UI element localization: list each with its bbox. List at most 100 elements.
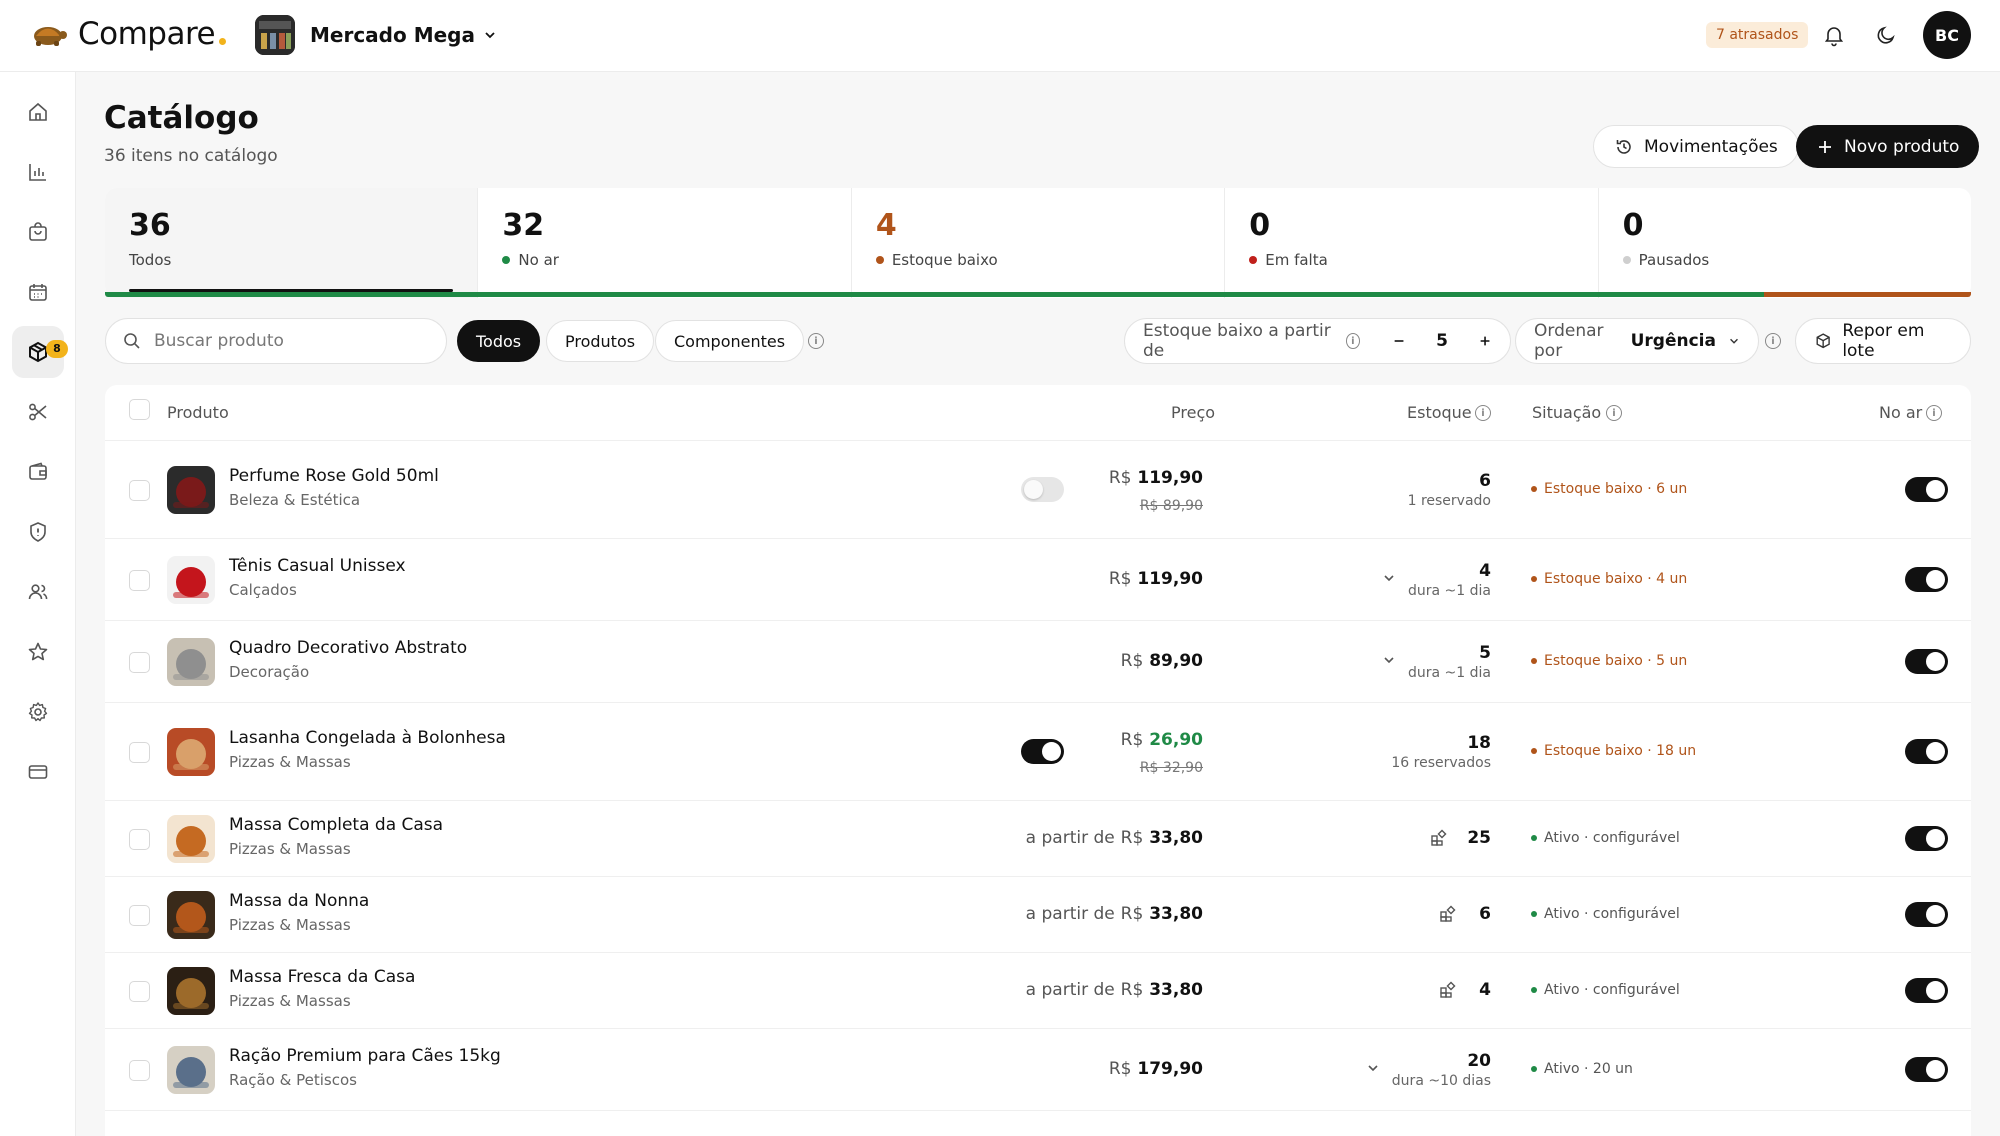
product-name[interactable]: Lasanha Congelada à Bolonhesa xyxy=(229,728,506,748)
new-product-button[interactable]: Novo produto xyxy=(1796,125,1980,168)
sidebar-item-security[interactable] xyxy=(12,506,64,558)
product-name[interactable]: Massa Fresca da Casa xyxy=(229,967,415,987)
live-toggle[interactable] xyxy=(1905,826,1948,851)
table-row[interactable]: Massa Fresca da Casa Pizzas & Massas a pa… xyxy=(105,953,1971,1029)
stat-all[interactable]: 36 Todos xyxy=(105,188,479,298)
chevron-down-icon[interactable] xyxy=(1366,1061,1380,1075)
product-name[interactable]: Perfume Rose Gold 50ml xyxy=(229,466,439,486)
chevron-down-icon[interactable] xyxy=(1382,653,1396,667)
tab-all[interactable]: Todos xyxy=(457,320,541,362)
product-price[interactable]: a partir de R$ 33,80 xyxy=(1026,904,1203,924)
sidebar-item-settings[interactable] xyxy=(12,686,64,738)
sidebar-item-reports[interactable] xyxy=(12,146,64,198)
row-checkbox[interactable] xyxy=(129,480,150,501)
table-row[interactable]: Perfume Rose Gold 50ml Beleza & Estética… xyxy=(105,441,1971,539)
table-row[interactable]: Ração Premium para Cães 15kg Ração & Pet… xyxy=(105,1029,1971,1111)
tab-products[interactable]: Produtos xyxy=(546,320,655,362)
stat-value: 0 xyxy=(1249,208,1271,243)
bulk-restock-button[interactable]: Repor em lote xyxy=(1795,318,1971,364)
product-price[interactable]: R$ 89,90 xyxy=(1121,651,1203,671)
sidebar-item-tools[interactable] xyxy=(12,386,64,438)
product-image-icon xyxy=(167,1046,215,1094)
table-row[interactable]: Massa da Nonna Pizzas & Massas a partir d… xyxy=(105,877,1971,953)
product-name[interactable]: Massa da Nonna xyxy=(229,891,369,911)
minus-icon[interactable] xyxy=(1392,333,1406,349)
theme-toggle-button[interactable] xyxy=(1871,20,1901,50)
price-value: 33,80 xyxy=(1149,828,1203,848)
product-name[interactable]: Quadro Decorativo Abstrato xyxy=(229,638,467,658)
product-price[interactable]: a partir de R$ 33,80 xyxy=(1026,828,1203,848)
live-toggle[interactable] xyxy=(1905,567,1948,592)
row-checkbox[interactable] xyxy=(129,652,150,673)
select-all-checkbox[interactable] xyxy=(129,399,150,420)
product-category: Decoração xyxy=(229,663,310,681)
promo-toggle[interactable] xyxy=(1021,739,1064,764)
row-checkbox[interactable] xyxy=(129,981,150,1002)
row-checkbox[interactable] xyxy=(129,742,150,763)
user-avatar[interactable]: BC xyxy=(1923,11,1971,59)
live-toggle[interactable] xyxy=(1905,978,1948,1003)
info-icon[interactable]: i xyxy=(808,333,824,349)
sidebar-item-wallet[interactable] xyxy=(12,446,64,498)
sidebar-item-orders[interactable] xyxy=(12,206,64,258)
status-dot xyxy=(1531,748,1537,754)
chevron-down-icon[interactable] xyxy=(1382,571,1396,585)
sidebar-item-billing[interactable] xyxy=(12,746,64,798)
promo-toggle[interactable] xyxy=(1021,477,1064,502)
sort-select[interactable]: Ordenar por Urgência xyxy=(1515,318,1759,364)
info-icon[interactable]: i xyxy=(1345,333,1360,349)
row-checkbox[interactable] xyxy=(129,905,150,926)
table-row[interactable]: Tênis Casual Unissex Calçados R$ 119,90 4 d… xyxy=(105,539,1971,621)
threshold-value[interactable]: 5 xyxy=(1436,331,1448,351)
stat-live[interactable]: 32 No ar xyxy=(478,188,852,298)
table-row[interactable]: Massa Completa da Casa Pizzas & Massas a … xyxy=(105,801,1971,877)
live-toggle[interactable] xyxy=(1905,902,1948,927)
plus-icon[interactable] xyxy=(1478,333,1492,349)
notifications-button[interactable] xyxy=(1819,20,1849,50)
search-box[interactable] xyxy=(105,318,447,364)
movements-button[interactable]: Movimentações xyxy=(1593,125,1799,168)
table-row[interactable]: Quadro Decorativo Abstrato Decoração R$ 8… xyxy=(105,621,1971,703)
info-icon[interactable]: i xyxy=(1475,405,1491,421)
info-icon[interactable]: i xyxy=(1765,333,1781,349)
stat-low-stock[interactable]: 4 Estoque baixo xyxy=(852,188,1226,298)
product-name[interactable]: Tênis Casual Unissex xyxy=(229,556,406,576)
search-input[interactable] xyxy=(154,331,414,351)
stat-out-of-stock[interactable]: 0 Em falta xyxy=(1225,188,1599,298)
info-icon[interactable]: i xyxy=(1926,405,1942,421)
product-price[interactable]: R$ 26,90 xyxy=(1121,730,1203,750)
sort-value: Urgência xyxy=(1630,331,1716,351)
sidebar-item-reviews[interactable] xyxy=(12,626,64,678)
table-row[interactable]: Lasanha Congelada à Bolonhesa Pizzas & M… xyxy=(105,703,1971,801)
product-category: Ração & Petiscos xyxy=(229,1071,357,1089)
sidebar-item-customers[interactable] xyxy=(12,566,64,618)
app-logo[interactable]: Compare xyxy=(28,16,227,52)
row-checkbox[interactable] xyxy=(129,829,150,850)
live-toggle[interactable] xyxy=(1905,477,1948,502)
stat-paused[interactable]: 0 Pausados xyxy=(1599,188,1971,298)
stock-quantity: 6 xyxy=(1479,904,1491,924)
product-price[interactable]: R$ 119,90 xyxy=(1109,468,1203,488)
live-toggle[interactable] xyxy=(1905,649,1948,674)
late-orders-badge[interactable]: 7 atrasados xyxy=(1706,22,1809,48)
product-price[interactable]: a partir de R$ 33,80 xyxy=(1026,980,1203,1000)
threshold-label: Estoque baixo a partir de xyxy=(1143,321,1331,361)
row-checkbox[interactable] xyxy=(129,1060,150,1081)
product-name[interactable]: Massa Completa da Casa xyxy=(229,815,443,835)
product-price[interactable]: R$ 179,90 xyxy=(1109,1059,1203,1079)
store-switcher[interactable]: Mercado Mega xyxy=(255,15,497,55)
product-price[interactable]: R$ 119,90 xyxy=(1109,569,1203,589)
price-currency: R$ xyxy=(1120,980,1144,1000)
row-checkbox[interactable] xyxy=(129,570,150,591)
tab-components[interactable]: Componentes xyxy=(655,320,805,362)
status-dot xyxy=(1249,256,1258,264)
status-dot xyxy=(1531,1066,1537,1072)
sidebar-item-home[interactable] xyxy=(12,86,64,138)
live-toggle[interactable] xyxy=(1905,1057,1948,1082)
product-name[interactable]: Ração Premium para Cães 15kg xyxy=(229,1046,501,1066)
live-toggle[interactable] xyxy=(1905,739,1948,764)
info-icon[interactable]: i xyxy=(1606,405,1622,421)
sidebar-item-calendar[interactable] xyxy=(12,266,64,318)
old-price: R$ 32,90 xyxy=(1139,760,1203,776)
plus-icon xyxy=(1819,140,1831,153)
